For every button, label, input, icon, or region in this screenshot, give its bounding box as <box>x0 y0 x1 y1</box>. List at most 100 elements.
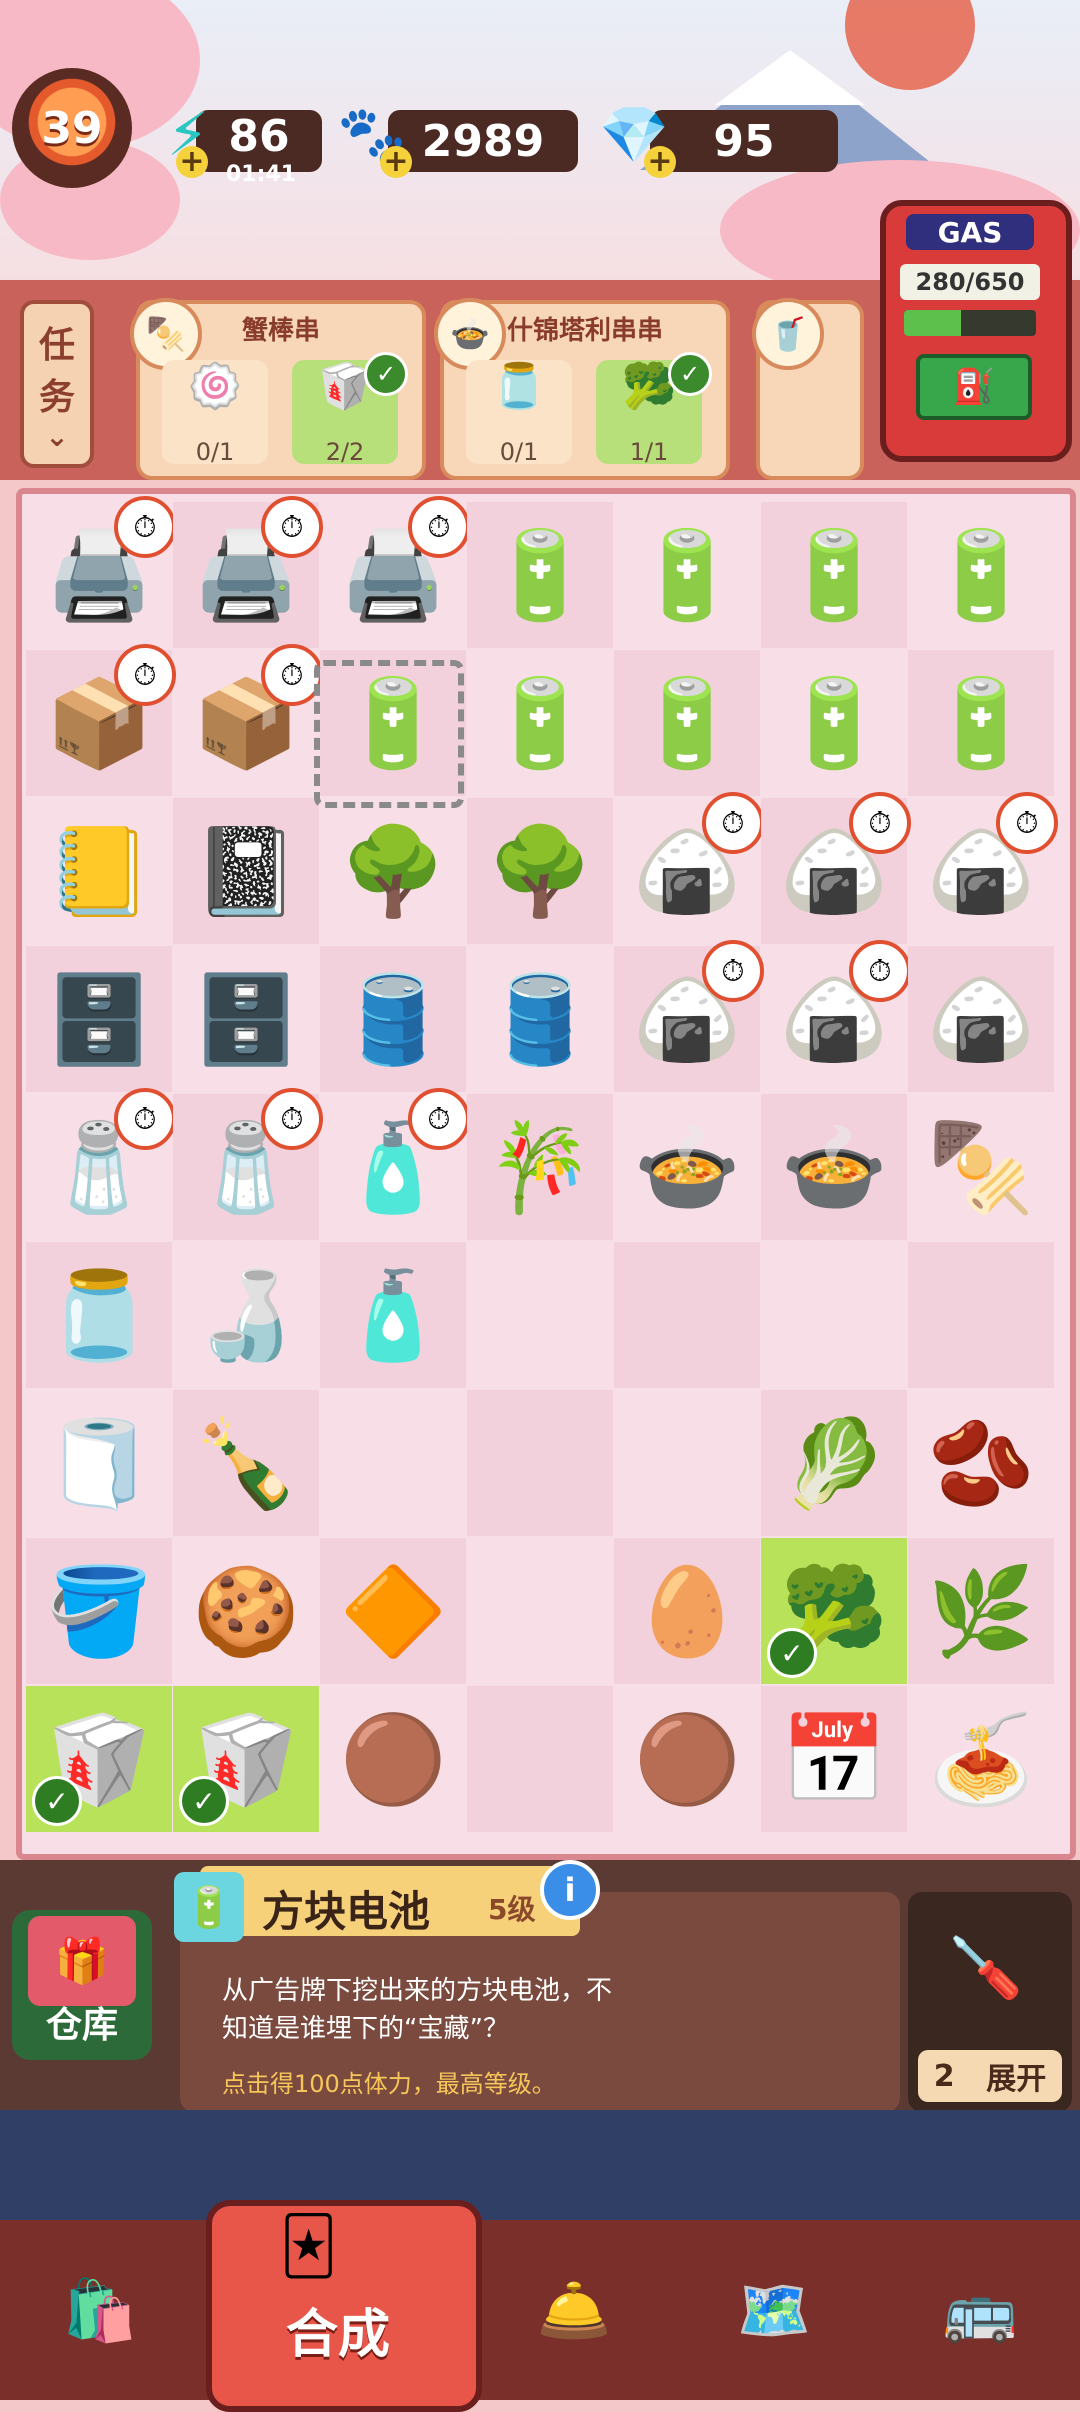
board-cell-empty[interactable] <box>614 1242 760 1388</box>
board-cell-item[interactable]: 📅 <box>761 1686 907 1832</box>
board-cell-item[interactable]: 🍙 ⏱ <box>614 940 764 1092</box>
gas-progress-bar <box>904 310 1036 336</box>
board-cell-item[interactable]: 🍲 <box>614 1094 760 1240</box>
nav-map-icon[interactable]: 🗺️ <box>704 2250 844 2370</box>
check-icon: ✓ <box>179 1776 229 1826</box>
gem-counter[interactable]: 95 <box>650 110 838 172</box>
order-requirement[interactable]: 🫙 0/1 <box>466 360 572 466</box>
board-cell-item[interactable]: 🔋 <box>908 502 1054 648</box>
gas-pump[interactable]: GAS 280/650 ⛽ <box>880 200 1072 462</box>
board-cell-item[interactable]: 🫙 <box>26 1242 172 1388</box>
board-cell-item[interactable]: 🛢️ <box>320 946 466 1092</box>
board-cell-item[interactable]: 📓 <box>173 798 319 944</box>
board-cell-item[interactable]: 🧂 ⏱ <box>26 1088 176 1240</box>
board-cell-item[interactable]: 🌿 <box>908 1538 1054 1684</box>
board-cell-item[interactable]: 🪣 <box>26 1538 172 1684</box>
board-cell-item[interactable]: 🔶 <box>320 1538 466 1684</box>
nav-bus-icon[interactable]: 🚌 <box>910 2250 1050 2370</box>
board-cell-empty[interactable] <box>761 1242 907 1388</box>
nav-dish-bell-icon[interactable]: 🛎️ <box>504 2250 644 2370</box>
board-item-icon: 🌳 <box>339 821 447 922</box>
board-cell-item[interactable]: 🍶 <box>173 1242 319 1388</box>
order-requirement[interactable]: 🥦 1/1 ✓ <box>596 352 712 466</box>
board-cell-item[interactable]: 🍙 <box>908 946 1054 1092</box>
board-cell-empty[interactable] <box>467 1686 613 1832</box>
board-cell-item[interactable]: 🗄️ <box>173 946 319 1092</box>
board-cell-item[interactable]: 🔋 <box>908 650 1054 796</box>
board-cell-item[interactable]: 🟤 <box>320 1686 466 1832</box>
player-level-badge[interactable]: 39 <box>12 68 132 188</box>
coin-counter[interactable]: 2989 <box>388 110 578 172</box>
player-level: 39 <box>41 102 103 154</box>
board-cell-item[interactable]: 🖨️ ⏱ <box>173 496 323 648</box>
board-cell-item[interactable]: 🥡 ✓ <box>173 1686 319 1832</box>
board-cell-item[interactable]: 📦 ⏱ <box>26 644 176 796</box>
order-requirement[interactable]: 🥡 2/2 ✓ <box>292 352 408 466</box>
info-button[interactable]: i <box>540 1860 600 1920</box>
order-card[interactable]: 🍲 什锦塔利串串 🫙 0/1 🥦 1/1 ✓ <box>434 298 730 480</box>
board-cell-item[interactable]: 🧂 ⏱ <box>173 1088 323 1240</box>
board-cell-item[interactable]: 🔋 <box>467 650 613 796</box>
item-hint: 点击得100点体力，最高等级。 <box>222 2070 556 2098</box>
board-cell-item[interactable]: 🍙 ⏱ <box>614 792 764 944</box>
board-cell-item[interactable]: 🍾 <box>173 1390 319 1536</box>
board-cell-empty[interactable] <box>467 1242 613 1388</box>
board-cell-item[interactable]: 🍪 <box>173 1538 319 1684</box>
board-cell-item[interactable]: 🧴 <box>320 1242 466 1388</box>
board-cell-item[interactable]: 🔋 <box>467 502 613 648</box>
board-cell-item[interactable]: 🎋 <box>467 1094 613 1240</box>
order-card[interactable]: 🍢 蟹棒串 🍥 0/1 🥡 2/2 ✓ <box>130 298 426 480</box>
board-cell-item[interactable]: 🔋 <box>614 650 760 796</box>
stopwatch-icon: ⏱ <box>261 1088 323 1150</box>
board-item-icon: 🔋 <box>633 525 741 626</box>
board-cell-item[interactable]: 📦 ⏱ <box>173 644 323 796</box>
board-cell-item[interactable]: 🛢️ <box>467 946 613 1092</box>
expand-button[interactable]: 2 展开 <box>918 2050 1062 2102</box>
board-cell-item[interactable]: 🔋 <box>761 502 907 648</box>
board-item-icon: 🔋 <box>486 673 594 774</box>
board-cell-item[interactable]: 🌳 <box>320 798 466 944</box>
warehouse-button[interactable]: 🎁 仓库 <box>12 1910 152 2060</box>
board-item-icon: 🔋 <box>780 525 888 626</box>
board-cell-item[interactable]: 🟤 <box>614 1686 760 1832</box>
board-cell-empty[interactable] <box>908 1242 1054 1388</box>
board-cell-item[interactable]: 🌳 <box>467 798 613 944</box>
board-cell-item[interactable]: 🍙 ⏱ <box>761 940 911 1092</box>
order-requirement[interactable]: 🍥 0/1 <box>162 360 268 466</box>
fuel-can-icon: ⛽ <box>916 354 1032 420</box>
board-cell-empty[interactable] <box>614 1390 760 1536</box>
check-icon: ✓ <box>364 352 408 396</box>
board-cell-item[interactable]: 🍢 <box>908 1094 1054 1240</box>
warehouse-box-icon: 🎁 <box>28 1916 136 2006</box>
board-cell-item[interactable]: 🥚 <box>614 1538 760 1684</box>
board-cell-item[interactable]: 🍝 <box>908 1686 1054 1832</box>
expand-panel[interactable]: 🪛 2 展开 <box>908 1892 1072 2112</box>
add-gems-plus-icon[interactable]: + <box>644 146 676 178</box>
board-cell-item[interactable]: 🔋 <box>614 502 760 648</box>
board-cell-empty[interactable] <box>320 1390 466 1536</box>
board-item-icon: 🔶 <box>339 1561 447 1662</box>
board-cell-empty[interactable] <box>467 1390 613 1536</box>
board-cell-item[interactable]: 🧴 ⏱ <box>320 1088 470 1240</box>
board-cell-item[interactable]: 🫘 <box>908 1390 1054 1536</box>
board-cell-item[interactable]: 🔋 <box>761 650 907 796</box>
add-coins-plus-icon[interactable]: + <box>380 146 412 178</box>
board-cell-item[interactable]: 🖨️ ⏱ <box>26 496 176 648</box>
board-cell-item[interactable]: 🥬 <box>761 1390 907 1536</box>
board-cell-item[interactable]: 🍲 <box>761 1094 907 1240</box>
board-cell-item[interactable]: 🗄️ <box>26 946 172 1092</box>
board-cell-item[interactable]: 🍙 ⏱ <box>761 792 911 944</box>
tasks-button[interactable]: 任 务 ⌄ <box>20 300 94 468</box>
order-dish-icon: 🥤 <box>752 298 824 370</box>
order-card-partial[interactable]: 🥤 <box>752 298 864 480</box>
board-cell-item[interactable]: 🍙 ⏱ <box>908 792 1058 944</box>
board-cell-item[interactable]: 🧻 <box>26 1390 172 1536</box>
board-cell-item[interactable]: 🖨️ ⏱ <box>320 496 470 648</box>
add-energy-plus-icon[interactable]: + <box>176 146 208 178</box>
gas-label: GAS <box>906 214 1034 250</box>
board-cell-item[interactable]: 🥦 ✓ <box>761 1538 907 1684</box>
board-cell-item[interactable]: 🥡 ✓ <box>26 1686 172 1832</box>
nav-shop-bag-icon[interactable]: 🛍️ <box>30 2250 170 2370</box>
board-cell-empty[interactable] <box>467 1538 613 1684</box>
board-cell-item[interactable]: 📒 <box>26 798 172 944</box>
